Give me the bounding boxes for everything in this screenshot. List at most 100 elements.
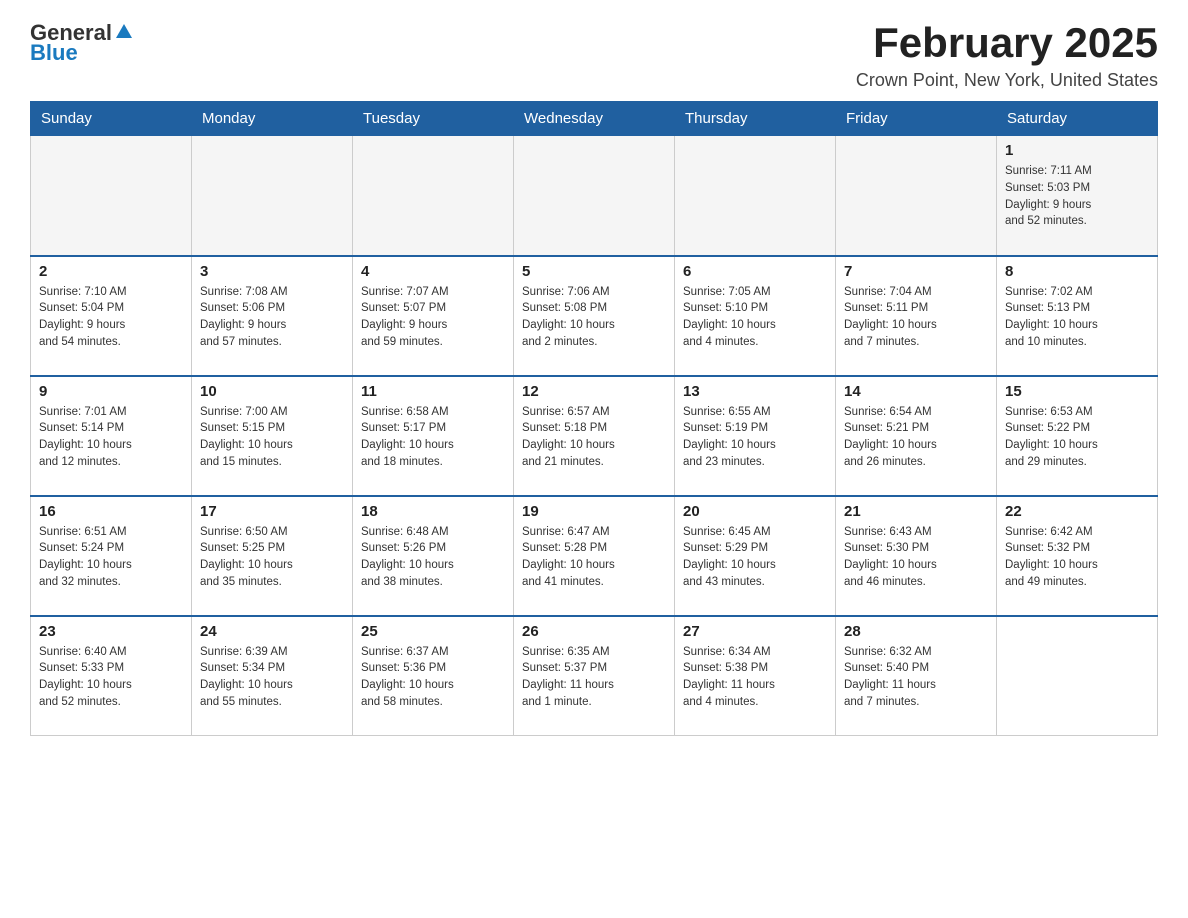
page-header: General Blue February 2025 Crown Point, … (30, 20, 1158, 91)
calendar-day-cell (31, 136, 192, 256)
month-title: February 2025 (856, 20, 1158, 66)
day-number: 22 (1005, 503, 1149, 520)
day-number: 13 (683, 383, 827, 400)
day-number: 23 (39, 623, 183, 640)
calendar-day-cell: 6 Sunrise: 7:05 AM Sunset: 5:10 PM Daylig… (675, 256, 836, 376)
day-number: 18 (361, 503, 505, 520)
calendar-week-row: 1Sunrise: 7:11 AM Sunset: 5:03 PM Daylig… (31, 136, 1158, 256)
calendar-week-row: 23Sunrise: 6:40 AM Sunset: 5:33 PM Dayli… (31, 616, 1158, 736)
day-info: Sunrise: 6:48 AM Sunset: 5:26 PM Dayligh… (361, 524, 505, 591)
calendar-day-cell: 8 Sunrise: 7:02 AM Sunset: 5:13 PM Daylig… (997, 256, 1158, 376)
calendar-day-cell: 11 Sunrise: 6:58 AM Sunset: 5:17 PM Dayli… (353, 376, 514, 496)
day-number: 6 (683, 263, 827, 280)
calendar-day-header: Thursday (675, 102, 836, 136)
calendar-day-cell: 21 Sunrise: 6:43 AM Sunset: 5:30 PM Dayli… (836, 496, 997, 616)
day-info: Sunrise: 7:01 AM Sunset: 5:14 PM Dayligh… (39, 404, 183, 471)
day-number: 17 (200, 503, 344, 520)
logo: General Blue (30, 20, 134, 66)
day-number: 4 (361, 263, 505, 280)
day-info: Sunrise: 6:55 AM Sunset: 5:19 PM Dayligh… (683, 404, 827, 471)
day-info: Sunrise: 7:00 AM Sunset: 5:15 PM Dayligh… (200, 404, 344, 471)
calendar-day-cell (836, 136, 997, 256)
day-info: Sunrise: 6:37 AM Sunset: 5:36 PM Dayligh… (361, 644, 505, 711)
calendar-day-cell: 26 Sunrise: 6:35 AM Sunset: 5:37 PM Dayli… (514, 616, 675, 736)
calendar-day-cell: 28 Sunrise: 6:32 AM Sunset: 5:40 PM Dayli… (836, 616, 997, 736)
calendar-day-cell: 15Sunrise: 6:53 AM Sunset: 5:22 PM Dayli… (997, 376, 1158, 496)
calendar-day-cell: 19 Sunrise: 6:47 AM Sunset: 5:28 PM Dayli… (514, 496, 675, 616)
calendar-week-row: 2Sunrise: 7:10 AM Sunset: 5:04 PM Daylig… (31, 256, 1158, 376)
location-subtitle: Crown Point, New York, United States (856, 70, 1158, 91)
calendar-day-cell: 5 Sunrise: 7:06 AM Sunset: 5:08 PM Daylig… (514, 256, 675, 376)
calendar-day-cell: 1Sunrise: 7:11 AM Sunset: 5:03 PM Daylig… (997, 136, 1158, 256)
calendar-header-row: SundayMondayTuesdayWednesdayThursdayFrid… (31, 102, 1158, 136)
calendar-day-cell: 23Sunrise: 6:40 AM Sunset: 5:33 PM Dayli… (31, 616, 192, 736)
day-number: 1 (1005, 142, 1149, 159)
logo-triangle-icon (114, 22, 134, 42)
calendar-day-cell: 17 Sunrise: 6:50 AM Sunset: 5:25 PM Dayli… (192, 496, 353, 616)
day-number: 8 (1005, 263, 1149, 280)
day-number: 19 (522, 503, 666, 520)
day-number: 27 (683, 623, 827, 640)
calendar-day-cell: 18 Sunrise: 6:48 AM Sunset: 5:26 PM Dayli… (353, 496, 514, 616)
calendar-day-cell: 4 Sunrise: 7:07 AM Sunset: 5:07 PM Daylig… (353, 256, 514, 376)
day-number: 21 (844, 503, 988, 520)
day-number: 9 (39, 383, 183, 400)
calendar-week-row: 16Sunrise: 6:51 AM Sunset: 5:24 PM Dayli… (31, 496, 1158, 616)
day-info: Sunrise: 6:58 AM Sunset: 5:17 PM Dayligh… (361, 404, 505, 471)
calendar-day-cell: 24 Sunrise: 6:39 AM Sunset: 5:34 PM Dayli… (192, 616, 353, 736)
calendar-day-cell (997, 616, 1158, 736)
day-number: 25 (361, 623, 505, 640)
day-number: 12 (522, 383, 666, 400)
calendar-day-cell: 7 Sunrise: 7:04 AM Sunset: 5:11 PM Daylig… (836, 256, 997, 376)
calendar-day-cell (192, 136, 353, 256)
calendar-day-cell (514, 136, 675, 256)
day-number: 10 (200, 383, 344, 400)
day-number: 28 (844, 623, 988, 640)
day-number: 15 (1005, 383, 1149, 400)
day-number: 20 (683, 503, 827, 520)
title-section: February 2025 Crown Point, New York, Uni… (856, 20, 1158, 91)
calendar-day-header: Monday (192, 102, 353, 136)
day-info: Sunrise: 7:02 AM Sunset: 5:13 PM Dayligh… (1005, 284, 1149, 351)
calendar-table: SundayMondayTuesdayWednesdayThursdayFrid… (30, 101, 1158, 736)
calendar-day-cell: 10 Sunrise: 7:00 AM Sunset: 5:15 PM Dayli… (192, 376, 353, 496)
day-info: Sunrise: 7:06 AM Sunset: 5:08 PM Dayligh… (522, 284, 666, 351)
day-info: Sunrise: 7:10 AM Sunset: 5:04 PM Dayligh… (39, 284, 183, 351)
logo-blue-text: Blue (30, 40, 78, 66)
calendar-day-cell: 20 Sunrise: 6:45 AM Sunset: 5:29 PM Dayli… (675, 496, 836, 616)
calendar-day-header: Sunday (31, 102, 192, 136)
calendar-day-cell: 3 Sunrise: 7:08 AM Sunset: 5:06 PM Daylig… (192, 256, 353, 376)
day-info: Sunrise: 6:43 AM Sunset: 5:30 PM Dayligh… (844, 524, 988, 591)
day-info: Sunrise: 6:35 AM Sunset: 5:37 PM Dayligh… (522, 644, 666, 711)
calendar-day-header: Wednesday (514, 102, 675, 136)
calendar-week-row: 9 Sunrise: 7:01 AM Sunset: 5:14 PM Daylig… (31, 376, 1158, 496)
day-number: 3 (200, 263, 344, 280)
calendar-day-cell: 9 Sunrise: 7:01 AM Sunset: 5:14 PM Daylig… (31, 376, 192, 496)
day-number: 16 (39, 503, 183, 520)
day-info: Sunrise: 6:57 AM Sunset: 5:18 PM Dayligh… (522, 404, 666, 471)
day-number: 24 (200, 623, 344, 640)
day-number: 26 (522, 623, 666, 640)
calendar-day-header: Friday (836, 102, 997, 136)
calendar-day-cell (675, 136, 836, 256)
day-number: 5 (522, 263, 666, 280)
day-info: Sunrise: 6:45 AM Sunset: 5:29 PM Dayligh… (683, 524, 827, 591)
day-info: Sunrise: 6:50 AM Sunset: 5:25 PM Dayligh… (200, 524, 344, 591)
day-info: Sunrise: 7:08 AM Sunset: 5:06 PM Dayligh… (200, 284, 344, 351)
calendar-day-cell: 25 Sunrise: 6:37 AM Sunset: 5:36 PM Dayli… (353, 616, 514, 736)
calendar-day-cell: 2Sunrise: 7:10 AM Sunset: 5:04 PM Daylig… (31, 256, 192, 376)
day-info: Sunrise: 6:32 AM Sunset: 5:40 PM Dayligh… (844, 644, 988, 711)
day-info: Sunrise: 6:47 AM Sunset: 5:28 PM Dayligh… (522, 524, 666, 591)
day-number: 11 (361, 383, 505, 400)
day-info: Sunrise: 7:04 AM Sunset: 5:11 PM Dayligh… (844, 284, 988, 351)
day-info: Sunrise: 7:07 AM Sunset: 5:07 PM Dayligh… (361, 284, 505, 351)
calendar-day-cell: 27 Sunrise: 6:34 AM Sunset: 5:38 PM Dayli… (675, 616, 836, 736)
day-info: Sunrise: 7:05 AM Sunset: 5:10 PM Dayligh… (683, 284, 827, 351)
day-info: Sunrise: 6:39 AM Sunset: 5:34 PM Dayligh… (200, 644, 344, 711)
day-number: 7 (844, 263, 988, 280)
calendar-day-cell: 14Sunrise: 6:54 AM Sunset: 5:21 PM Dayli… (836, 376, 997, 496)
calendar-day-cell (353, 136, 514, 256)
calendar-day-cell: 12 Sunrise: 6:57 AM Sunset: 5:18 PM Dayli… (514, 376, 675, 496)
calendar-day-cell: 22Sunrise: 6:42 AM Sunset: 5:32 PM Dayli… (997, 496, 1158, 616)
day-info: Sunrise: 6:34 AM Sunset: 5:38 PM Dayligh… (683, 644, 827, 711)
